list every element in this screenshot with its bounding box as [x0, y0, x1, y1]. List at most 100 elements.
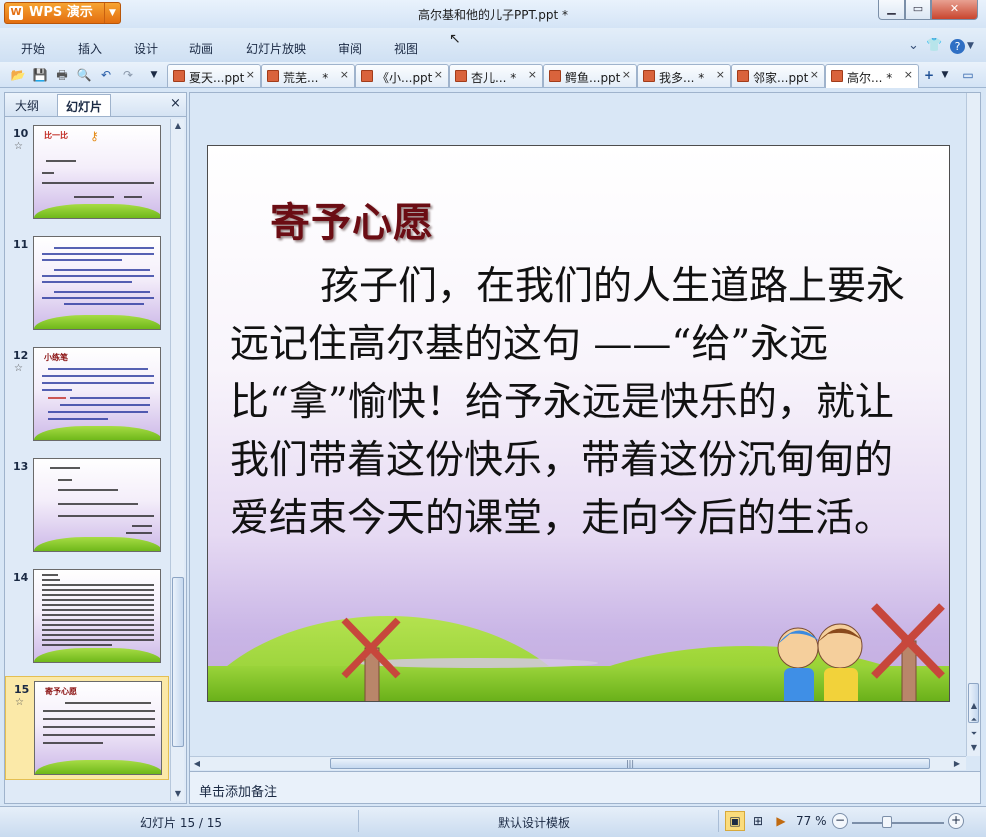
maximize-button[interactable]: ▭	[905, 0, 931, 20]
new-tab-dropdown-icon[interactable]: ▼	[937, 67, 953, 83]
thumbnail-grass	[34, 648, 160, 662]
document-icon	[549, 70, 561, 82]
slide-title[interactable]: 寄予心愿	[270, 190, 434, 248]
close-icon[interactable]: ×	[340, 68, 349, 81]
slideshow-icon[interactable]: ▶	[771, 811, 791, 831]
animation-star-icon: ☆	[14, 363, 23, 374]
doc-tab-label: 鳄鱼...ppt	[565, 71, 621, 85]
status-bar: 幻灯片 15 / 15 默认设计模板 ▣ ⊞ ▶ 77 % − +	[0, 806, 986, 837]
minimize-button[interactable]: ▁	[878, 0, 905, 20]
tab-slides[interactable]: 幻灯片	[57, 94, 112, 116]
windmill-icon	[871, 603, 945, 701]
tab-outline[interactable]: 大纲	[15, 97, 39, 114]
scroll-down-icon[interactable]: ▼	[171, 787, 185, 801]
close-icon[interactable]: ×	[170, 96, 181, 111]
slide-thumbnail-item[interactable]: 12 ☆ 小练笔	[5, 343, 169, 447]
doc-tab-label: 高尔... *	[847, 71, 893, 85]
slide-thumbnail-item[interactable]: 13	[5, 454, 169, 558]
slide-thumbnail-item[interactable]: 11	[5, 232, 169, 336]
help-icon[interactable]: ?	[950, 39, 965, 54]
current-slide[interactable]: 寄予心愿 孩子们，在我们的人生道路上要永远记住高尔基的这句 ——“给”永远比“拿…	[207, 145, 950, 702]
slide-counter: 幻灯片 15 / 15	[140, 816, 223, 830]
slide-thumbnail-item[interactable]: 14	[5, 565, 169, 669]
help-dropdown-icon[interactable]: ▼	[967, 41, 974, 51]
scroll-right-icon[interactable]: ▶	[950, 757, 964, 771]
slide-number: 12	[13, 349, 29, 362]
slide-thumbnail-item-selected[interactable]: 15 ☆ 寄予心愿	[5, 676, 169, 780]
close-icon[interactable]: ×	[904, 68, 913, 81]
notes-pane[interactable]: 单击添加备注	[190, 771, 980, 803]
new-tab-icon[interactable]: +	[921, 67, 937, 83]
scroll-up-icon[interactable]: ▲	[967, 699, 981, 713]
slide-body-text[interactable]: 孩子们，在我们的人生道路上要永远记住高尔基的这句 ——“给”永远比“拿”愉快！给…	[230, 258, 920, 548]
doc-tab[interactable]: 《小...ppt ×	[355, 64, 449, 87]
close-icon[interactable]: ×	[810, 68, 819, 81]
doc-tab[interactable]: 杏儿... * ×	[449, 64, 543, 87]
next-slide-icon[interactable]: ⏷	[967, 727, 981, 741]
shirt-icon[interactable]: 👕	[926, 38, 942, 53]
vertical-scrollbar[interactable]: ▲ ⏶ ⏷ ▼	[966, 93, 980, 756]
doc-tab[interactable]: 夏天...ppt ×	[167, 64, 261, 87]
key-icon: ⚷	[90, 129, 99, 143]
zoom-out-button[interactable]: −	[832, 813, 848, 829]
menu-animation[interactable]: 动画	[189, 40, 213, 57]
menu-slideshow[interactable]: 幻灯片放映	[246, 40, 306, 57]
zoom-in-button[interactable]: +	[948, 813, 964, 829]
thumbnail-grass	[35, 760, 161, 774]
collapse-ribbon-icon[interactable]: ⌄	[908, 38, 919, 53]
save-icon[interactable]: 💾	[32, 67, 48, 83]
slide-thumbnail	[33, 458, 161, 552]
close-icon[interactable]: ×	[716, 68, 725, 81]
print-icon[interactable]: 🖶	[54, 67, 70, 83]
close-icon[interactable]: ×	[622, 68, 631, 81]
window-switch-icon[interactable]: ▭	[960, 67, 976, 83]
doc-tab[interactable]: 邻家...ppt ×	[731, 64, 825, 87]
menu-home[interactable]: 开始	[21, 40, 45, 57]
doc-tab-label: 邻家...ppt	[753, 71, 809, 85]
slides-panel: 大纲 幻灯片 × 10 ☆ 比一比 ⚷ 11 12 ☆ 小练笔 13 14 15…	[4, 92, 187, 804]
horizontal-scrollbar[interactable]: ◀ ||| ▶	[190, 756, 966, 770]
normal-view-icon[interactable]: ▣	[725, 811, 745, 831]
notes-placeholder[interactable]: 单击添加备注	[199, 781, 277, 800]
undo-icon[interactable]: ↶	[98, 67, 114, 83]
preview-icon[interactable]: 🔍	[76, 67, 92, 83]
document-icon	[173, 70, 185, 82]
animation-star-icon: ☆	[14, 141, 23, 152]
slide-number: 14	[13, 571, 29, 584]
close-icon[interactable]: ×	[434, 68, 443, 81]
menu-view[interactable]: 视图	[394, 40, 418, 57]
scrollbar-thumb[interactable]	[172, 577, 184, 747]
menu-design[interactable]: 设计	[134, 40, 158, 57]
open-icon[interactable]: 📂	[10, 67, 26, 83]
scrollbar-thumb[interactable]: |||	[330, 758, 930, 769]
scroll-down-icon[interactable]: ▼	[967, 741, 981, 755]
zoom-slider-knob[interactable]	[882, 816, 892, 828]
close-window-button[interactable]: ✕	[931, 0, 978, 20]
scroll-up-icon[interactable]: ▲	[171, 119, 185, 133]
close-icon[interactable]: ×	[528, 68, 537, 81]
menu-insert[interactable]: 插入	[78, 40, 102, 57]
redo-icon[interactable]: ↷	[120, 67, 136, 83]
doc-tab[interactable]: 荒芜... * ×	[261, 64, 355, 87]
slide-thumbnail: 小练笔	[33, 347, 161, 441]
close-icon[interactable]: ×	[246, 68, 255, 81]
menu-review[interactable]: 审阅	[338, 40, 362, 57]
doc-tab-active[interactable]: 高尔... * ×	[825, 64, 919, 88]
document-icon	[643, 70, 655, 82]
document-icon	[267, 70, 279, 82]
template-name[interactable]: 默认设计模板	[498, 814, 570, 831]
doc-tab-label: 荒芜... *	[283, 71, 329, 85]
zoom-slider[interactable]	[852, 822, 944, 824]
slide-thumbnail-item[interactable]: 10 ☆ 比一比 ⚷	[5, 121, 169, 225]
thumbnail-grass	[34, 426, 160, 440]
slides-panel-scrollbar[interactable]: ▲ ▼	[170, 119, 184, 801]
document-tab-bar: 📂 💾 🖶 🔍 ↶ ↷ ▼ 夏天...ppt × 荒芜... * × 《小...…	[0, 62, 986, 88]
animation-star-icon: ☆	[15, 697, 24, 708]
doc-tab[interactable]: 我多... * ×	[637, 64, 731, 87]
doc-tab-label: 杏儿... *	[471, 71, 517, 85]
doc-tab[interactable]: 鳄鱼...ppt ×	[543, 64, 637, 87]
previous-slide-icon[interactable]: ⏶	[967, 713, 981, 727]
quick-access-dropdown-icon[interactable]: ▼	[146, 67, 162, 83]
slide-sorter-icon[interactable]: ⊞	[748, 811, 768, 831]
scroll-left-icon[interactable]: ◀	[190, 757, 204, 771]
